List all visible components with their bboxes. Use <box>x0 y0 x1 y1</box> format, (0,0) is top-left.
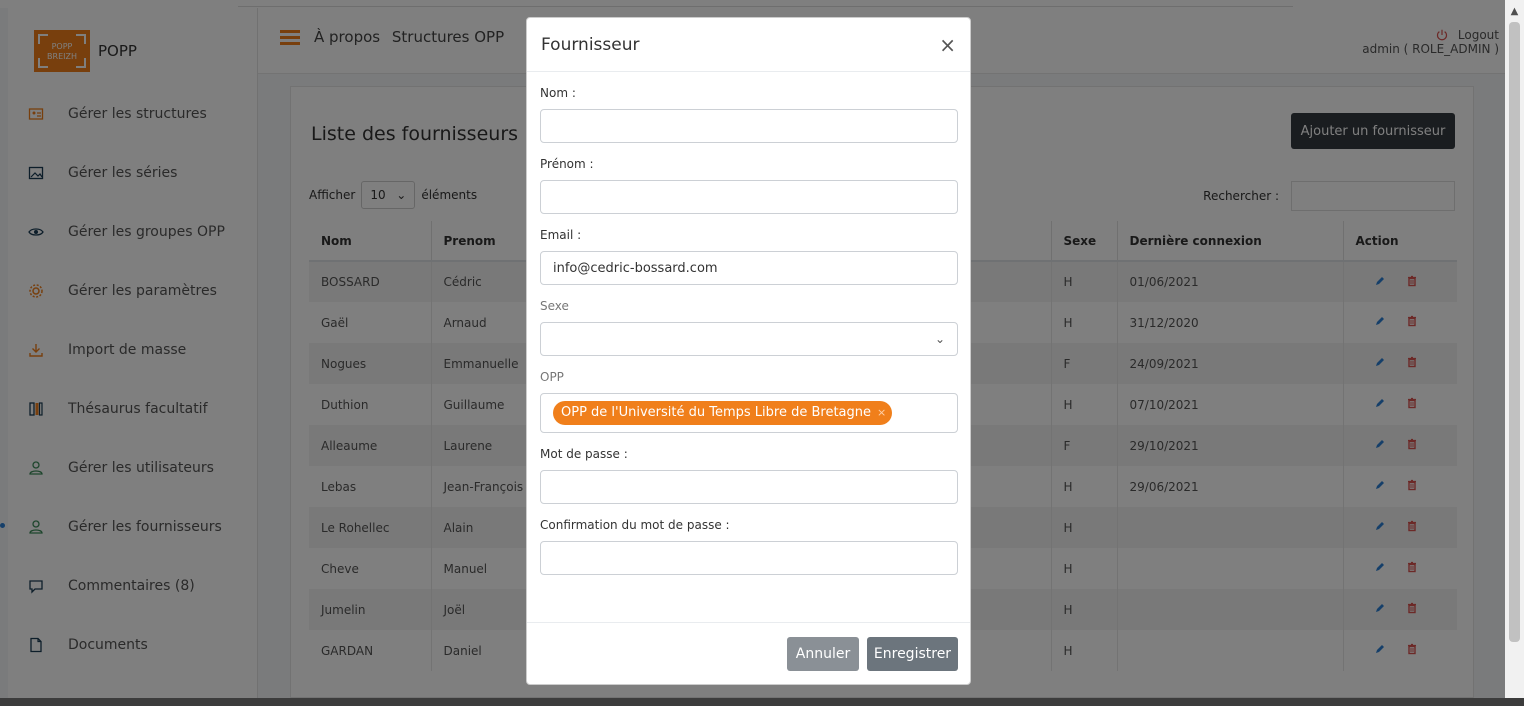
supplier-modal: Fournisseur × Nom : Prénom : Email : inf… <box>526 17 971 685</box>
prenom-label: Prénom : <box>540 157 594 171</box>
bottom-bar <box>0 698 1524 706</box>
password-confirm-label: Confirmation du mot de passe : <box>540 518 730 532</box>
password-label: Mot de passe : <box>540 447 628 461</box>
modal-header: Fournisseur × <box>527 18 970 72</box>
chevron-down-icon: ⌄ <box>934 332 945 346</box>
scroll-thumb[interactable] <box>1509 22 1520 642</box>
close-icon[interactable]: × <box>939 33 956 57</box>
modal-footer: Annuler Enregistrer <box>527 622 970 684</box>
modal-title: Fournisseur <box>541 34 640 55</box>
email-input[interactable]: info@cedric-bossard.com <box>540 251 958 285</box>
scrollbar[interactable]: ▲ <box>1505 0 1524 698</box>
password-confirm-input[interactable] <box>540 541 958 575</box>
tag-remove-icon[interactable]: × <box>877 401 886 425</box>
opp-multiselect[interactable]: OPP de l'Université du Temps Libre de Br… <box>540 393 958 433</box>
nom-label: Nom : <box>540 86 576 100</box>
sexe-select[interactable]: ⌄ <box>540 322 958 356</box>
prenom-input[interactable] <box>540 180 958 214</box>
password-input[interactable] <box>540 470 958 504</box>
opp-tag-label: OPP de l'Université du Temps Libre de Br… <box>561 405 872 420</box>
opp-tag: OPP de l'Université du Temps Libre de Br… <box>553 401 893 425</box>
save-button[interactable]: Enregistrer <box>867 637 958 671</box>
modal-body: Nom : Prénom : Email : info@cedric-bossa… <box>527 86 970 575</box>
scroll-up-arrow-icon[interactable]: ▲ <box>1505 4 1524 18</box>
sexe-label: Sexe <box>540 299 569 313</box>
opp-label: OPP <box>540 370 564 384</box>
email-label: Email : <box>540 228 582 242</box>
cancel-button[interactable]: Annuler <box>787 637 859 671</box>
nom-input[interactable] <box>540 109 958 143</box>
